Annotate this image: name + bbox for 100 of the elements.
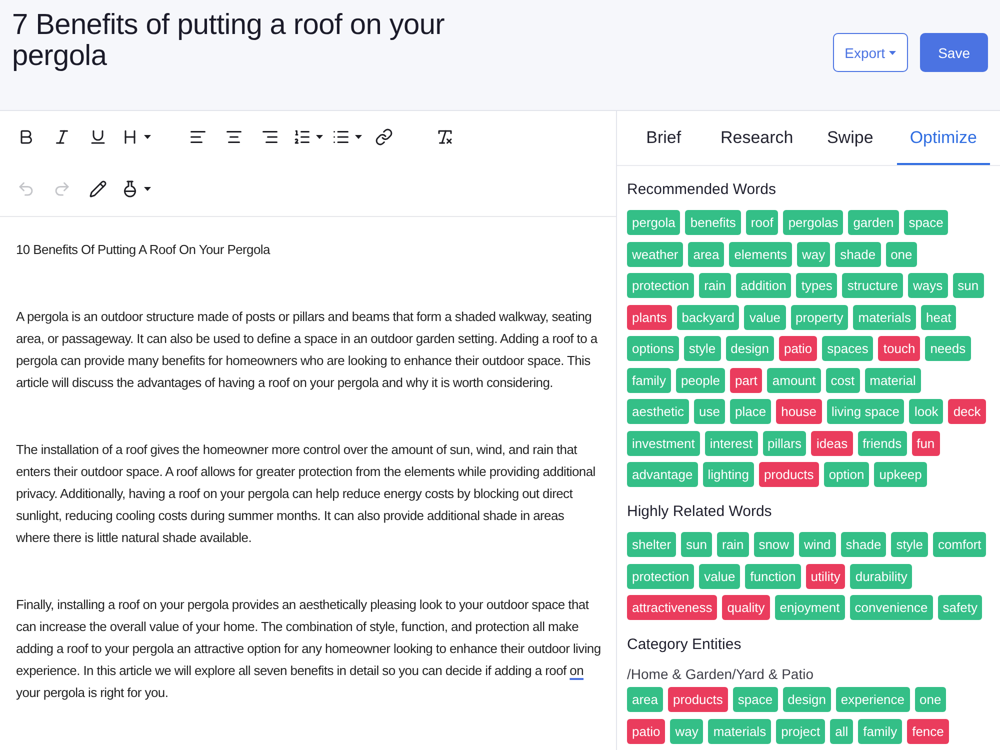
tab[interactable]: Research	[710, 111, 804, 165]
keyword-tag: way	[797, 242, 830, 266]
keyword-tag: house	[776, 399, 822, 424]
export-button[interactable]: Export	[832, 33, 908, 72]
keyword-tag: way	[670, 718, 704, 744]
keyword-tag: design	[726, 336, 774, 361]
keyword-tag: patio	[627, 718, 666, 744]
keyword-tag: snow	[754, 532, 794, 557]
bulleted-list-icon	[332, 128, 350, 146]
keyword-tag: area	[627, 687, 664, 712]
redo-icon	[53, 180, 71, 198]
keyword-tag: utility	[806, 564, 846, 588]
keyword-tag: shade	[840, 532, 886, 557]
keyword-tag: fun	[912, 430, 940, 456]
keyword-tag: friends	[858, 430, 907, 456]
keyword-tag: protection	[627, 273, 694, 298]
keyword-tag: rain	[717, 532, 749, 557]
keyword-tag: materials	[853, 304, 916, 330]
keyword-tag: cost	[826, 368, 860, 392]
keyword-tag: sun	[681, 532, 712, 557]
clear-formatting-icon	[436, 128, 454, 146]
keyword-tag: people	[676, 368, 725, 392]
keyword-tag: advantage	[627, 462, 698, 487]
align-left-icon	[189, 128, 207, 146]
caret-icon	[144, 187, 151, 191]
tab[interactable]: Swipe	[804, 111, 897, 165]
keyword-tag: pergolas	[783, 210, 844, 235]
section-heading: Recommended Words	[627, 180, 777, 200]
category-path: /Home & Garden/Yard & Patio	[627, 665, 814, 684]
keyword-tag: garden	[848, 210, 899, 235]
caret-icon	[144, 135, 151, 139]
keyword-tag: protection	[627, 564, 694, 588]
caret-icon	[355, 135, 362, 139]
italic-icon	[53, 128, 71, 146]
tab[interactable]: Optimize	[896, 111, 990, 165]
keyword-tag: look	[909, 399, 944, 424]
keyword-tag: wind	[799, 532, 836, 557]
numbered-list-icon	[293, 128, 311, 146]
keyword-tag: patio	[778, 336, 818, 361]
keyword-tag: pergola	[627, 210, 680, 235]
keyword-tag: backyard	[676, 304, 740, 330]
keyword-tag: lighting	[702, 462, 754, 487]
keyword-tag: value	[744, 304, 786, 330]
align-right-icon	[261, 128, 279, 146]
keyword-tag: function	[745, 564, 801, 588]
keyword-tag: heat	[920, 304, 956, 330]
keyword-tag: all	[830, 718, 854, 744]
editor-paragraph: 10 Benefits Of Putting A Roof On Your Pergola	[16, 241, 272, 259]
keyword-tag: deck	[948, 399, 986, 424]
keyword-tag: attractiveness	[627, 595, 718, 620]
section-heading: Highly Related Words	[627, 502, 773, 522]
keyword-tag: products	[758, 462, 819, 487]
keyword-tag: quality	[722, 595, 770, 620]
keyword-tag: interest	[704, 430, 758, 456]
keyword-tag: enjoyment	[774, 595, 845, 620]
keyword-tag: area	[688, 242, 724, 266]
keyword-tag: safety	[938, 595, 982, 620]
keyword-tag: use	[694, 399, 726, 424]
keyword-tag: space	[732, 687, 778, 712]
keyword-tag: style	[684, 336, 721, 361]
caret-icon	[889, 50, 896, 54]
keyword-tag: upkeep	[874, 462, 927, 487]
keyword-tag: plants	[627, 304, 672, 330]
keyword-tag: one	[914, 687, 946, 712]
keyword-tag: touch	[878, 336, 920, 361]
document-title: 7 Benefits of putting a roof on your pergola	[12, 10, 446, 72]
keyword-tag: structure	[842, 273, 903, 298]
keyword-tag: design	[782, 687, 831, 712]
pencil-icon	[89, 180, 107, 198]
keyword-tag: one	[886, 242, 918, 266]
keyword-tag: roof	[746, 210, 778, 235]
editor-paragraph: Finally, installing a roof on your pergola provides an aesthetically pleasing look to your outdoor space that can increase the overall value of your home. The combination of style, function, and protection all make adding a roof to your pergola an attractive option for any homeowner looking to enhance their outdoor living experience. In this article we will explore all seven benefits in detail so you can decide if adding a roof on your pergola is right for you.	[16, 596, 601, 702]
section-heading: Category Entities	[627, 635, 742, 655]
keyword-tag: ideas	[811, 430, 853, 456]
editor-paragraph: A pergola is an outdoor structure made of posts or pillars and beams that form a shaded walkway, seating area, or passageway. It can also be used to define a space in an outdoor garden setting. Adding a roof to a pergola can provide many benefits for homeowners who are looking to enhance their outdoor space. This article will discuss the advantages of having a roof on your pergola and why it is worth considering.	[16, 308, 599, 392]
align-center-icon	[225, 128, 243, 146]
keyword-tag: fence	[907, 718, 949, 744]
keyword-tag: property	[790, 304, 848, 330]
keyword-tag: durability	[850, 564, 912, 588]
caret-icon	[316, 135, 323, 139]
flask-icon	[121, 180, 139, 198]
link-icon	[375, 128, 393, 146]
keyword-tag: addition	[736, 273, 792, 298]
keyword-tag: comfort	[932, 532, 986, 557]
keyword-tag: sun	[952, 273, 984, 298]
keyword-tag: pillars	[762, 430, 806, 456]
keyword-tag: option	[824, 462, 870, 487]
keyword-tag: family	[627, 368, 671, 392]
keyword-tag: weather	[627, 242, 684, 266]
keyword-tag: needs	[925, 336, 971, 361]
tab[interactable]: Brief	[617, 111, 710, 165]
keyword-tag: living space	[826, 399, 904, 424]
keyword-tag: convenience	[850, 595, 933, 620]
save-button[interactable]: Save	[920, 33, 988, 72]
keyword-tag: style	[891, 532, 928, 557]
keyword-tag: project	[776, 718, 826, 744]
keyword-tag: part	[730, 368, 762, 392]
keyword-tag: amount	[767, 368, 821, 392]
keyword-tag: types	[796, 273, 838, 298]
keyword-tag: material	[864, 368, 921, 392]
